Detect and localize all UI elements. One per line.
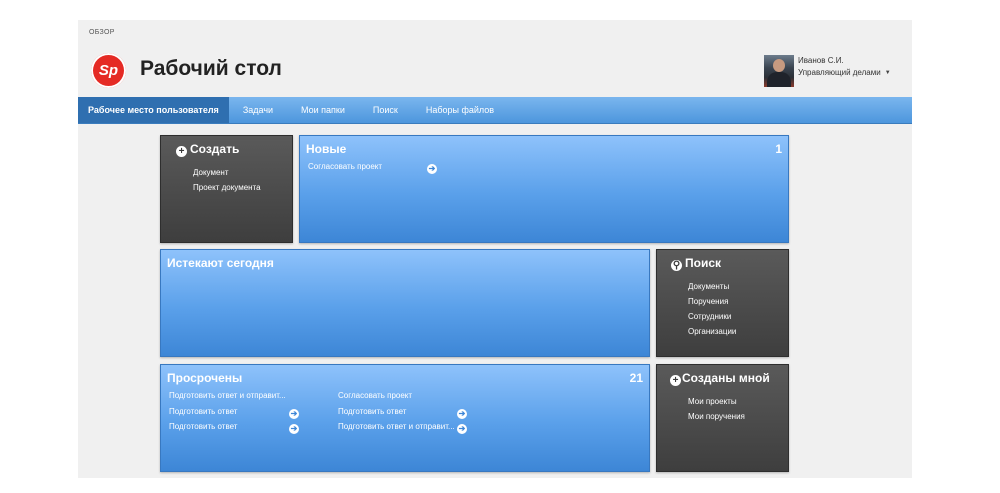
- overdue-item-4[interactable]: Подготовить ответ: [338, 407, 406, 416]
- my-projects-link[interactable]: Мои проекты: [688, 394, 745, 409]
- overdue-item-3[interactable]: Согласовать проект: [338, 391, 412, 400]
- created-by-me-title: + Созданы мной: [670, 371, 770, 386]
- expiring-today-tile[interactable]: Истекают сегодня: [160, 249, 650, 357]
- search-employees-link[interactable]: Сотрудники: [688, 309, 736, 324]
- overdue-count: 21: [629, 371, 643, 385]
- user-role: Управляющий делами: [798, 68, 881, 78]
- new-title: Новые: [306, 142, 347, 156]
- new-tile[interactable]: Новые 1 Согласовать проект ➔: [299, 135, 789, 243]
- create-title: + Создать: [176, 142, 239, 157]
- create-tile: + Создать Документ Проект документа: [160, 135, 293, 243]
- create-draft-link[interactable]: Проект документа: [193, 180, 261, 195]
- breadcrumb[interactable]: ОБЗОР: [89, 29, 115, 36]
- logo: Sp: [91, 53, 126, 88]
- overdue-tile[interactable]: Просрочены 21 Подготовить ответ и отправ…: [160, 364, 650, 472]
- arrow-right-icon[interactable]: ➔: [457, 424, 467, 434]
- search-title: ⚲ Поиск: [671, 256, 722, 271]
- create-links: Документ Проект документа: [193, 165, 261, 195]
- tab-tasks[interactable]: Задачи: [229, 97, 287, 123]
- plus-icon: +: [176, 146, 187, 157]
- plus-icon: +: [670, 375, 681, 386]
- search-organizations-link[interactable]: Организации: [688, 324, 736, 339]
- search-icon: ⚲: [671, 260, 682, 271]
- arrow-right-icon[interactable]: ➔: [457, 409, 467, 419]
- created-by-me-tile: + Созданы мной Мои проекты Мои поручения: [656, 364, 789, 472]
- tab-search[interactable]: Поиск: [359, 97, 412, 123]
- arrow-right-icon[interactable]: ➔: [289, 409, 299, 419]
- my-orders-link[interactable]: Мои поручения: [688, 409, 745, 424]
- overdue-item-0[interactable]: Подготовить ответ и отправит...: [169, 391, 286, 400]
- new-count: 1: [775, 142, 782, 156]
- arrow-right-icon[interactable]: ➔: [427, 164, 437, 174]
- page-title: Рабочий стол: [140, 57, 282, 80]
- search-documents-link[interactable]: Документы: [688, 279, 736, 294]
- create-document-link[interactable]: Документ: [193, 165, 261, 180]
- overdue-item-2[interactable]: Подготовить ответ: [169, 422, 237, 431]
- search-links: Документы Поручения Сотрудники Организац…: [688, 279, 736, 339]
- user-menu[interactable]: Иванов С.И. Управляющий делами ▼: [764, 55, 891, 87]
- user-name: Иванов С.И.: [798, 56, 844, 65]
- overdue-item-5[interactable]: Подготовить ответ и отправит...: [338, 422, 455, 431]
- tab-my-folders[interactable]: Мои папки: [287, 97, 359, 123]
- search-tile: ⚲ Поиск Документы Поручения Сотрудники Ор…: [656, 249, 789, 357]
- tab-file-sets[interactable]: Наборы файлов: [412, 97, 508, 123]
- arrow-right-icon[interactable]: ➔: [289, 424, 299, 434]
- overdue-item-1[interactable]: Подготовить ответ: [169, 407, 237, 416]
- search-orders-link[interactable]: Поручения: [688, 294, 736, 309]
- created-by-me-links: Мои проекты Мои поручения: [688, 394, 745, 424]
- main-nav: Рабочее место пользователя Задачи Мои па…: [78, 97, 912, 124]
- caret-down-icon[interactable]: ▼: [885, 67, 891, 79]
- expiring-today-title: Истекают сегодня: [167, 256, 274, 270]
- app-window: ОБЗОР Sp Рабочий стол Иванов С.И. Управл…: [78, 20, 912, 478]
- overdue-title: Просрочены: [167, 371, 243, 385]
- user-info: Иванов С.И. Управляющий делами ▼: [798, 55, 891, 79]
- avatar: [764, 55, 794, 87]
- new-item-0[interactable]: Согласовать проект: [308, 162, 382, 171]
- tab-workplace[interactable]: Рабочее место пользователя: [78, 97, 229, 123]
